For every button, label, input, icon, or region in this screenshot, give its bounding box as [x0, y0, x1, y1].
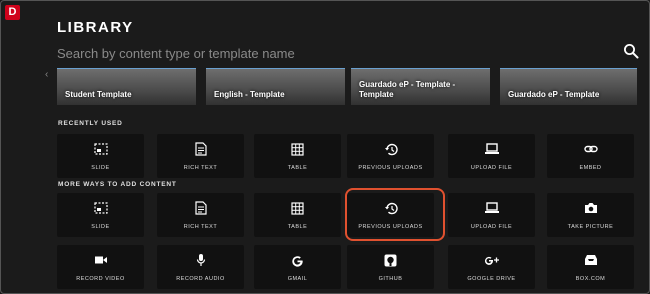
tile-label: PREVIOUS UPLOADS	[358, 165, 423, 171]
search-bar	[57, 42, 647, 64]
tile-label: TABLE	[287, 165, 308, 171]
tile-label: TABLE	[287, 224, 308, 230]
tile-label: RECORD AUDIO	[176, 276, 225, 282]
laptop-icon	[448, 142, 535, 156]
template-label: Student Template	[65, 90, 132, 99]
recent-tile-upload-file[interactable]: UPLOAD FILE	[448, 134, 535, 178]
more-tile-upload-file[interactable]: UPLOAD FILE	[448, 193, 535, 237]
tile-label: RICH TEXT	[183, 224, 218, 230]
tile-label: BOX.COM	[575, 276, 606, 282]
video-camera-icon	[57, 253, 144, 267]
recent-tile-embed[interactable]: EMBED	[547, 134, 634, 178]
app-logo[interactable]: D	[5, 5, 20, 20]
tile-label: GMAIL	[287, 276, 308, 282]
tile-label: SLIDE	[91, 165, 110, 171]
template-label: English - Template	[214, 90, 285, 99]
tile-label: GOOGLE DRIVE	[467, 276, 516, 282]
more-tile-gmail[interactable]: GMAIL	[254, 245, 341, 289]
carousel-prev-icon[interactable]: ‹	[45, 69, 48, 80]
box-icon	[547, 253, 634, 267]
recent-tile-rich-text[interactable]: RICH TEXT	[157, 134, 244, 178]
recent-tile-slide[interactable]: SLIDE	[57, 134, 144, 178]
more-tile-record-audio[interactable]: RECORD AUDIO	[157, 245, 244, 289]
slide-icon	[57, 201, 144, 215]
table-icon	[254, 201, 341, 215]
tile-label: UPLOAD FILE	[470, 165, 513, 171]
template-card[interactable]: Guardado eP - Template	[500, 68, 637, 105]
template-card[interactable]: Student Template	[57, 68, 196, 105]
more-tile-record-video[interactable]: RECORD VIDEO	[57, 245, 144, 289]
section-label-recent: RECENTLY USED	[58, 120, 123, 127]
tile-label: TAKE PICTURE	[567, 224, 614, 230]
table-icon	[254, 142, 341, 156]
tile-label: SLIDE	[91, 224, 110, 230]
search-input[interactable]	[57, 42, 612, 64]
more-tile-box-com[interactable]: BOX.COM	[547, 245, 634, 289]
history-icon	[347, 142, 434, 156]
previous-uploads-highlight	[345, 188, 445, 241]
more-tile-google-drive[interactable]: GOOGLE DRIVE	[448, 245, 535, 289]
laptop-icon	[448, 201, 535, 215]
tile-label: RECORD VIDEO	[76, 276, 125, 282]
google-plus-icon	[448, 253, 535, 267]
tile-label: EMBED	[579, 165, 602, 171]
document-icon	[157, 201, 244, 215]
more-tile-slide[interactable]: SLIDE	[57, 193, 144, 237]
link-icon	[547, 142, 634, 156]
template-label: Guardado eP - Template - Template	[359, 80, 456, 99]
tile-label: UPLOAD FILE	[470, 224, 513, 230]
document-icon	[157, 142, 244, 156]
template-carousel: Student Template English - Template Guar…	[57, 68, 637, 105]
more-tile-table[interactable]: TABLE	[254, 193, 341, 237]
recent-tile-previous-uploads[interactable]: PREVIOUS UPLOADS	[347, 134, 434, 178]
more-tile-rich-text[interactable]: RICH TEXT	[157, 193, 244, 237]
section-label-more: MORE WAYS TO ADD CONTENT	[58, 181, 177, 188]
github-icon	[347, 253, 434, 267]
more-tile-take-picture[interactable]: TAKE PICTURE	[547, 193, 634, 237]
search-icon[interactable]	[623, 43, 639, 59]
slide-icon	[57, 142, 144, 156]
template-label: Guardado eP - Template	[508, 90, 600, 99]
tile-label: RICH TEXT	[183, 165, 218, 171]
more-tile-github[interactable]: GITHUB	[347, 245, 434, 289]
tile-label: GITHUB	[378, 276, 403, 282]
template-card[interactable]: Guardado eP - Template - Template	[351, 68, 490, 105]
camera-icon	[547, 201, 634, 215]
microphone-icon	[157, 253, 244, 267]
library-panel: D LIBRARY ‹ Student Template English - T…	[0, 0, 650, 294]
google-icon	[254, 253, 341, 267]
template-card[interactable]: English - Template	[206, 68, 345, 105]
recent-tile-table[interactable]: TABLE	[254, 134, 341, 178]
page-title: LIBRARY	[57, 19, 134, 36]
